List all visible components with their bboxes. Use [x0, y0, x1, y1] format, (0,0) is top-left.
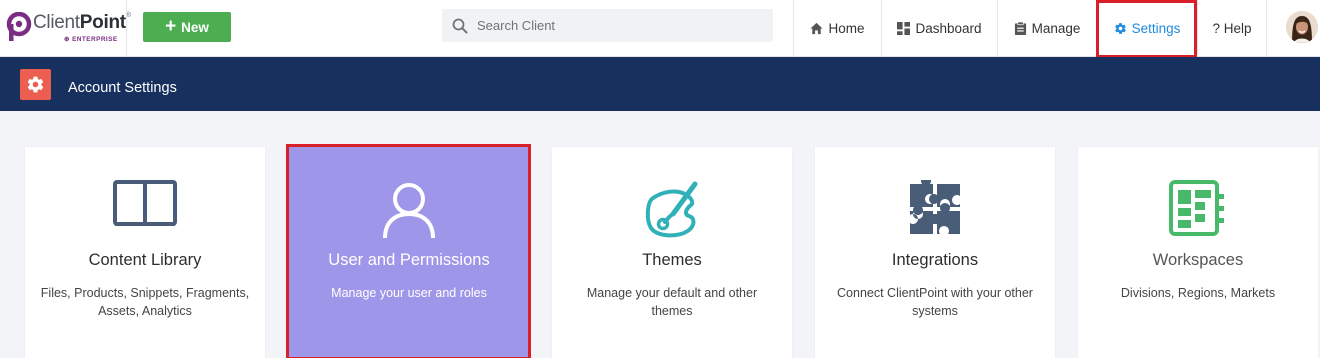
card-description: Connect ClientPoint with your other syst…	[837, 286, 1033, 318]
page-title: Account Settings	[68, 80, 177, 96]
paint-palette-icon	[645, 181, 698, 238]
search-icon	[452, 18, 468, 33]
nav-help-label: ? Help	[1212, 20, 1252, 36]
nav-manage[interactable]: Manage	[997, 0, 1096, 56]
new-button[interactable]: + New	[143, 12, 231, 42]
avatar[interactable]	[1286, 11, 1318, 43]
card-title: Themes	[642, 251, 702, 269]
dashboard-icon	[897, 21, 911, 35]
card-user-and-permissions[interactable]: User and Permissions Manage your user an…	[289, 147, 529, 358]
nav-settings-label: Settings	[1131, 20, 1181, 36]
clipboard-icon	[1014, 21, 1026, 35]
card-title: Workspaces	[1152, 251, 1244, 269]
nav-help[interactable]: ? Help	[1197, 0, 1267, 56]
nav-dashboard[interactable]: Dashboard	[881, 0, 997, 56]
home-icon	[810, 22, 824, 34]
card-description: Divisions, Regions, Markets	[1120, 286, 1276, 300]
card-integrations[interactable]: Integrations Connect ClientPoint with yo…	[815, 147, 1055, 358]
search-box[interactable]	[442, 9, 773, 42]
puzzle-icon	[910, 180, 960, 234]
card-description: Manage your default and other themes	[586, 286, 758, 318]
account-settings-header: Account Settings	[0, 57, 1320, 111]
card-title: User and Permissions	[328, 251, 490, 269]
plus-icon: +	[165, 15, 177, 37]
book-icon	[113, 180, 177, 226]
user-icon	[383, 183, 435, 239]
settings-tile	[20, 69, 51, 100]
divider	[126, 0, 127, 56]
top-bar: ClientPoint® ⊕ ENTERPRISE + New Home Das…	[0, 0, 1320, 58]
card-title: Content Library	[88, 251, 202, 269]
nav-home[interactable]: Home	[793, 0, 881, 56]
card-description: Files, Products, Snippets, Fragments, As…	[40, 286, 250, 318]
logo-wordmark: ClientPoint®	[33, 12, 131, 33]
card-description: Manage your user and roles	[331, 286, 487, 300]
search-input[interactable]	[477, 18, 757, 33]
gear-icon	[1114, 22, 1126, 34]
clientpoint-logo[interactable]: ClientPoint® ⊕ ENTERPRISE	[6, 11, 131, 45]
card-content-library[interactable]: Content Library Files, Products, Snippet…	[25, 147, 265, 358]
user-avatar-icon	[1286, 11, 1318, 43]
gear-icon	[27, 76, 44, 93]
workspaces-icon	[1169, 180, 1224, 236]
nav-manage-label: Manage	[1031, 20, 1081, 36]
new-button-label: New	[181, 19, 209, 35]
card-workspaces[interactable]: Workspaces Divisions, Regions, Markets	[1078, 147, 1318, 358]
card-themes[interactable]: Themes Manage your default and other the…	[552, 147, 792, 358]
nav-dashboard-label: Dashboard	[915, 20, 982, 36]
logo-mark-icon	[6, 12, 32, 41]
nav-home-label: Home	[828, 20, 865, 36]
logo-tier: ⊕ ENTERPRISE	[64, 36, 118, 43]
nav-settings[interactable]: Settings	[1096, 0, 1197, 56]
card-title: Integrations	[891, 251, 979, 269]
